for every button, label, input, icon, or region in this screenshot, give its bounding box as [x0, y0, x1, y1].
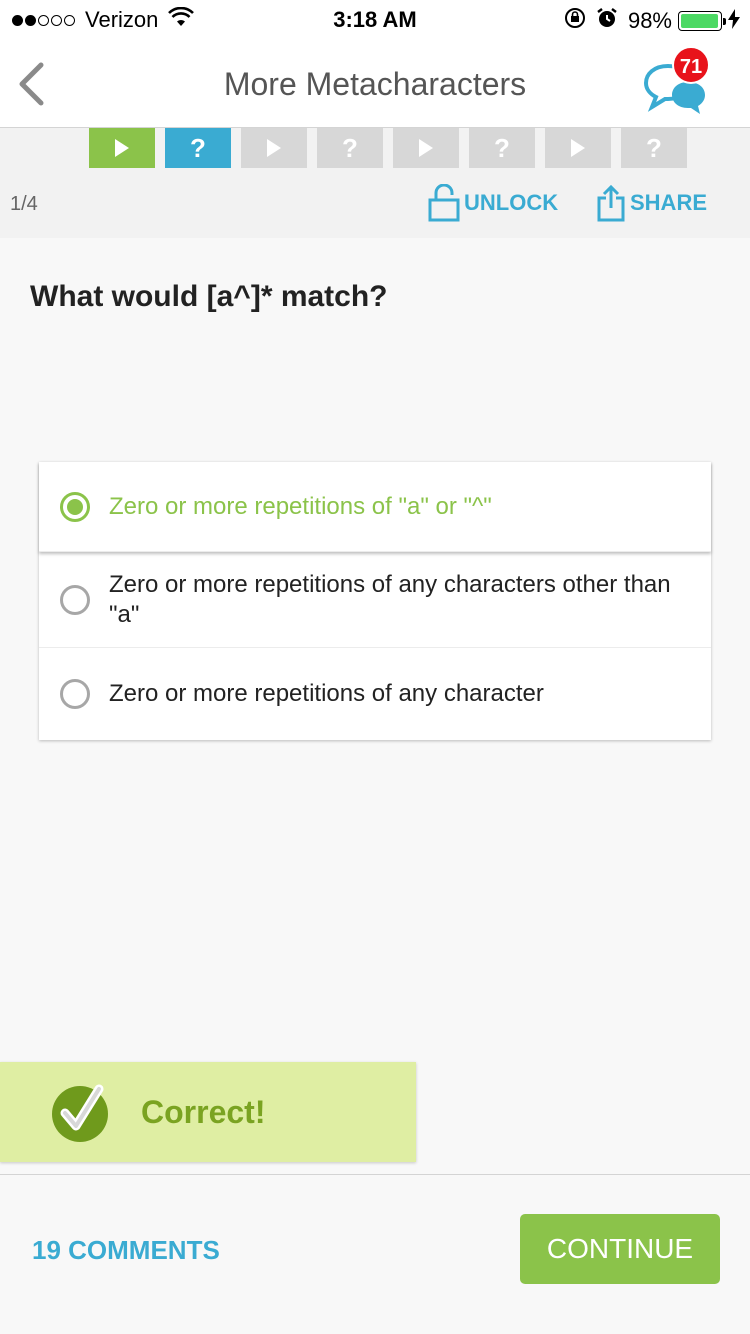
feedback-banner: Correct! — [0, 1062, 416, 1162]
battery-nub — [723, 18, 726, 25]
radio-button[interactable] — [60, 679, 90, 709]
answer-option-text: Zero or more repetitions of any characte… — [109, 680, 544, 707]
status-right: 98% — [564, 7, 740, 35]
share-label: SHARE — [630, 190, 708, 215]
lesson-progress: ? ? ? ? 1/4 UNLOCK SHARE — [0, 128, 750, 238]
continue-button[interactable]: CONTINUE — [520, 1214, 720, 1284]
progress-tile-play[interactable] — [241, 128, 307, 168]
nav-bar: More Metacharacters 71 — [0, 40, 750, 128]
question-mark-icon: ? — [494, 132, 510, 163]
answer-option[interactable]: Zero or more repetitions of any characte… — [39, 648, 711, 740]
progress-tile-quiz[interactable]: ? — [621, 128, 687, 168]
progress-tile-play[interactable] — [89, 128, 155, 168]
question-mark-icon: ? — [646, 132, 662, 163]
chat-button[interactable]: 71 — [642, 46, 712, 116]
radio-button-selected[interactable] — [60, 491, 90, 522]
progress-tile-play[interactable] — [393, 128, 459, 168]
answer-option-text: Zero or more repetitions of any characte… — [109, 570, 671, 628]
feedback-text: Correct! — [141, 1093, 266, 1130]
answer-options: Zero or more repetitions of "a" or "^" Z… — [39, 462, 711, 740]
question-text: What would [a^]* match? — [30, 280, 388, 313]
notification-badge: 71 — [672, 46, 710, 84]
unlock-label: UNLOCK — [464, 190, 559, 215]
progress-tile-quiz[interactable]: ? — [165, 128, 231, 168]
alarm-icon — [596, 7, 618, 35]
comments-link[interactable]: 19 COMMENTS — [32, 1235, 220, 1266]
share-icon — [597, 184, 625, 222]
padlock-icon — [428, 184, 460, 222]
battery-icon — [678, 11, 726, 31]
progress-tile-play[interactable] — [545, 128, 611, 168]
charging-bolt-icon — [728, 8, 740, 34]
answer-option-text: Zero or more repetitions of "a" or "^" — [109, 492, 492, 520]
progress-tiles: ? ? ? ? — [89, 128, 697, 168]
bottom-bar: 19 COMMENTS CONTINUE — [0, 1174, 750, 1334]
play-icon — [571, 139, 585, 157]
battery-fill — [681, 14, 719, 28]
page-title: More Metacharacters — [223, 66, 527, 102]
page-counter: 1/4 — [10, 193, 38, 215]
checkmark-icon — [52, 1084, 108, 1142]
rotation-lock-icon — [564, 7, 586, 35]
unlock-button[interactable]: UNLOCK — [428, 184, 558, 222]
play-icon — [267, 139, 281, 157]
play-icon — [419, 139, 433, 157]
progress-tile-quiz[interactable]: ? — [317, 128, 383, 168]
question-mark-icon: ? — [342, 132, 358, 163]
status-bar: Verizon 3:18 AM 98% — [0, 0, 750, 40]
play-icon — [115, 139, 129, 157]
share-button[interactable]: SHARE — [596, 184, 707, 222]
radio-button[interactable] — [60, 584, 90, 615]
battery-percent: 98% — [627, 8, 672, 33]
question-mark-icon: ? — [190, 132, 206, 163]
answer-option[interactable]: Zero or more repetitions of any characte… — [39, 552, 711, 648]
progress-tile-quiz[interactable]: ? — [469, 128, 535, 168]
answer-option[interactable]: Zero or more repetitions of "a" or "^" — [39, 462, 711, 552]
